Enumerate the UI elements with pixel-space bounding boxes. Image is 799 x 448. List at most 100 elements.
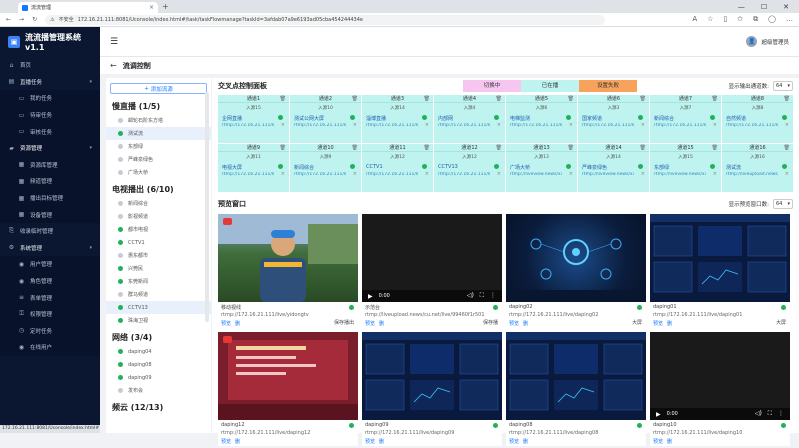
trash-icon[interactable]: 🗑: [784, 96, 790, 102]
trash-icon[interactable]: 🗑: [640, 145, 646, 151]
font-size-icon[interactable]: A: [692, 15, 697, 24]
channel-cell[interactable]: 通道15 🗑 入源15 东部绿 rtmp://liveview.news/x15 ×: [650, 144, 721, 192]
split-icon[interactable]: ▯: [723, 15, 727, 24]
trash-icon[interactable]: 🗑: [496, 145, 502, 151]
preview-button[interactable]: 预览: [221, 320, 231, 328]
delete-button[interactable]: 删: [523, 320, 528, 328]
preview-count-dropdown[interactable]: 64 ▾: [773, 199, 793, 209]
channel-cell[interactable]: 通道2🗑 入源10 测试公网大屏rtmp://172.16.21.111/live/…: [290, 95, 361, 143]
channel-count-dropdown[interactable]: 64 ▾: [773, 81, 793, 91]
preview-button[interactable]: 预览: [365, 320, 375, 328]
sidebar-item[interactable]: ◉ 角色管理: [0, 272, 100, 290]
channel-cell[interactable]: 通道4🗑 入源4 内部网rtmp://172.16.21.111/live/x4 ×: [434, 95, 505, 143]
fullscreen-icon[interactable]: ⛶: [768, 410, 772, 418]
reload-icon[interactable]: ↻: [32, 16, 37, 23]
close-icon[interactable]: ×: [713, 122, 717, 128]
source-item[interactable]: 广场大桥: [106, 166, 211, 179]
source-item[interactable]: 珠海卫视: [106, 314, 211, 327]
source-list-scrollbar[interactable]: [205, 92, 209, 322]
source-item[interactable]: daping08: [106, 358, 211, 371]
close-icon[interactable]: ×: [353, 122, 357, 128]
close-icon[interactable]: ×: [281, 171, 285, 177]
trash-icon[interactable]: 🗑: [496, 96, 502, 102]
trash-icon[interactable]: 🗑: [352, 96, 358, 102]
trash-icon[interactable]: 🗑: [712, 96, 718, 102]
browser-tab[interactable]: 流流管理 ×: [18, 2, 158, 13]
source-item[interactable]: 新闻综合: [106, 197, 211, 210]
close-icon[interactable]: ×: [353, 171, 357, 177]
close-tab-icon[interactable]: ×: [149, 4, 154, 11]
sidebar-item[interactable]: ▦ 设备管理: [0, 206, 100, 223]
trash-icon[interactable]: 🗑: [424, 145, 430, 151]
video-frame[interactable]: [218, 332, 358, 420]
video-frame[interactable]: ▶ 0:00 ◁) ⛶ ⋮: [650, 332, 790, 420]
sidebar-item[interactable]: ⎘ 收录临时管理: [0, 223, 100, 240]
channel-cell[interactable]: 通道8🗑 入源8 自然频道rtmp://172.16.21.111/live/x8 ×: [722, 95, 793, 143]
channel-cell[interactable]: 通道14 🗑 入源14 严峰泉绿色 rtmp://liveview.news/x14 ×: [578, 144, 649, 192]
volume-icon[interactable]: ◁): [755, 410, 762, 418]
profile-icon[interactable]: ◯: [768, 15, 776, 24]
sidebar-item[interactable]: ▰ 资源管理 ▾: [0, 139, 100, 157]
play-icon[interactable]: ▶: [656, 411, 661, 418]
trash-icon[interactable]: 🗑: [280, 96, 286, 102]
source-item[interactable]: 影视频道: [106, 210, 211, 223]
sidebar-item[interactable]: ▤ 直播任务 ▾: [0, 74, 100, 91]
channel-cell[interactable]: 通道5🗑 入源6 电梯监测rtmp://172.16.21.111/live/x5 ×: [506, 95, 577, 143]
forward-icon[interactable]: →: [19, 16, 24, 23]
delete-button[interactable]: 删: [235, 438, 240, 446]
close-icon[interactable]: ×: [425, 122, 429, 128]
source-item[interactable]: 测试流: [106, 127, 211, 140]
close-icon[interactable]: ×: [785, 122, 789, 128]
video-frame[interactable]: [650, 214, 790, 302]
close-icon[interactable]: ×: [497, 122, 501, 128]
source-item[interactable]: daping04: [106, 345, 211, 358]
close-icon[interactable]: ×: [281, 122, 285, 128]
close-icon[interactable]: ×: [713, 171, 717, 177]
back-icon[interactable]: ←: [6, 16, 11, 23]
delete-button[interactable]: 删: [379, 438, 384, 446]
source-item[interactable]: 都市电视: [106, 223, 211, 236]
trash-icon[interactable]: 🗑: [568, 145, 574, 151]
source-item[interactable]: 邮轮石阶东方塔: [106, 114, 211, 127]
delete-button[interactable]: 删: [667, 438, 672, 446]
source-item[interactable]: 群马频道: [106, 288, 211, 301]
close-icon[interactable]: ×: [569, 122, 573, 128]
preview-count-select[interactable]: 显示预览窗口数: 64 ▾: [729, 199, 793, 209]
volume-icon[interactable]: ◁): [467, 292, 474, 300]
close-icon[interactable]: ×: [497, 171, 501, 177]
close-window-icon[interactable]: ✕: [783, 3, 789, 11]
source-item[interactable]: daping09: [106, 371, 211, 384]
minimize-icon[interactable]: —: [738, 3, 745, 11]
maximize-icon[interactable]: ☐: [761, 3, 767, 11]
preview-button[interactable]: 预览: [653, 320, 663, 328]
sidebar-item[interactable]: ⌂ 首页: [0, 57, 100, 74]
channel-cell[interactable]: 通道1🗑 入源15企网直播rtmp://172.16.21.111/live/x1…: [218, 95, 289, 143]
channel-cell[interactable]: 通道3🗑 入源14淄博直播rtmp://172.16.21.111/live/x3…: [362, 95, 433, 143]
delete-button[interactable]: 删: [523, 438, 528, 446]
sidebar-item[interactable]: ▦ 频道管理: [0, 173, 100, 190]
sidebar-item[interactable]: ◷ 定时任务: [0, 322, 100, 340]
add-source-button[interactable]: + 添加流源: [110, 83, 207, 94]
channel-cell[interactable]: 通道13 🗑 入源13 广场大桥 rtmp://liveview.news/x13 ×: [506, 144, 577, 192]
video-frame[interactable]: [362, 332, 502, 420]
collections-icon[interactable]: ⧉: [753, 15, 758, 24]
source-item[interactable]: CCTV13: [106, 301, 211, 314]
more-icon[interactable]: …: [786, 15, 793, 24]
delete-button[interactable]: 删: [667, 320, 672, 328]
source-item[interactable]: 发布会: [106, 384, 211, 397]
trash-icon[interactable]: 🗑: [280, 145, 286, 151]
channel-cell[interactable]: 通道16🗑 入源16 测试流rtmp://liveupload.news/x16 ×: [722, 144, 793, 192]
channel-cell[interactable]: 通道6🗑 入源3 国家频道rtmp://172.16.21.111/live/x6 ×: [578, 95, 649, 143]
video-frame[interactable]: ▶ 0:00 ◁) ⛶ ⋮: [362, 214, 502, 302]
trash-icon[interactable]: 🗑: [352, 145, 358, 151]
channel-cell[interactable]: 通道11🗑 入源12 CCTV1 rtmp://172.16.21.111/live/…: [362, 144, 433, 192]
trash-icon[interactable]: 🗑: [424, 96, 430, 102]
channel-count-select[interactable]: 显示输出通道数: 64 ▾: [729, 81, 793, 91]
trash-icon[interactable]: 🗑: [568, 96, 574, 102]
star-icon[interactable]: ☆: [707, 15, 713, 24]
source-item[interactable]: 兴莞民: [106, 262, 211, 275]
user-menu[interactable]: 👤 超级管理员: [746, 36, 789, 47]
source-item[interactable]: 东部绿: [106, 140, 211, 153]
sidebar-item[interactable]: ▦ 播出目标管理: [0, 189, 100, 207]
trash-icon[interactable]: 🗑: [640, 96, 646, 102]
